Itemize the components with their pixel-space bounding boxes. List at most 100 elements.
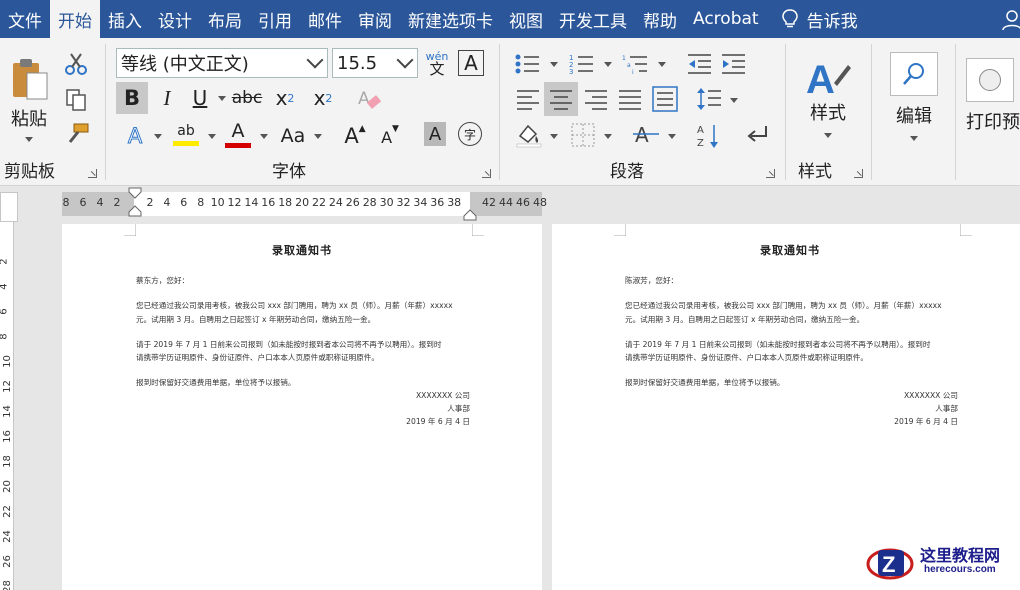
character-shading-button[interactable]: A <box>424 122 446 146</box>
highlight-dropdown-icon[interactable] <box>208 134 216 139</box>
chevron-down-icon <box>306 51 324 69</box>
character-border-button[interactable]: A <box>458 50 484 76</box>
superscript-button[interactable]: x2 <box>306 82 340 114</box>
clipboard-launcher-icon[interactable] <box>88 169 97 178</box>
tab-home[interactable]: 开始 <box>50 0 100 38</box>
line-spacing-dropdown-icon[interactable] <box>730 98 738 103</box>
letter-p1-line2: 元。试用期 3 月。自聘用之日起签订 x 年期劳动合同，缴纳五险一金。 <box>625 315 865 324</box>
tab-help[interactable]: 帮助 <box>635 0 685 38</box>
change-case-button[interactable]: Aa <box>276 120 310 152</box>
superscript-base: x <box>313 86 326 110</box>
vertical-ruler-number: 14 <box>1 405 13 418</box>
clear-formatting-icon[interactable]: A <box>356 86 382 112</box>
tab-acrobat[interactable]: Acrobat <box>685 0 767 38</box>
ruler-number: 44 <box>499 196 513 209</box>
font-launcher-icon[interactable] <box>482 169 491 178</box>
italic-button[interactable]: I <box>152 82 182 114</box>
styles-group: A 样式 样式 <box>786 38 870 186</box>
document-page[interactable]: 录取通知书 蔡东方，您好： 您已经通过我公司录用考核，被我公司 xxx 部门聘用… <box>62 224 542 590</box>
align-center-button[interactable] <box>544 82 578 116</box>
decrease-indent-icon[interactable] <box>686 52 712 76</box>
borders-dropdown-icon[interactable] <box>604 134 612 139</box>
subscript-button[interactable]: x2 <box>268 82 302 114</box>
styles-launcher-icon[interactable] <box>854 169 863 178</box>
ruler-number: 22 <box>312 196 326 209</box>
letter-title: 录取通知书 <box>760 244 820 257</box>
tab-insert[interactable]: 插入 <box>100 0 150 38</box>
underline-button[interactable]: U <box>186 82 214 114</box>
shading-icon[interactable] <box>516 122 542 148</box>
svg-text:A: A <box>635 123 649 147</box>
vertical-ruler-number: 16 <box>1 430 13 443</box>
font-color-dropdown-icon[interactable] <box>260 134 268 139</box>
font-color-button[interactable]: A <box>222 118 254 152</box>
tab-design[interactable]: 设计 <box>150 0 200 38</box>
shading-dropdown-icon[interactable] <box>550 134 558 139</box>
styles-icon: A <box>806 58 851 99</box>
tab-selector[interactable] <box>0 192 18 222</box>
tab-new-tab[interactable]: 新建选项卡 <box>400 0 501 38</box>
tab-review[interactable]: 审阅 <box>350 0 400 38</box>
copy-icon[interactable] <box>64 88 88 112</box>
text-effects-dropdown-icon[interactable] <box>154 134 162 139</box>
bullets-icon[interactable] <box>514 52 540 76</box>
phonetic-guide-button[interactable]: wén 文 <box>422 48 452 80</box>
sort-icon[interactable]: AZ <box>696 122 722 150</box>
tell-me-box[interactable]: 告诉我 <box>773 0 866 38</box>
enclose-characters-button[interactable]: 字 <box>458 122 482 146</box>
numbering-icon[interactable]: 123 <box>568 52 594 76</box>
tab-developer[interactable]: 开发工具 <box>551 0 635 38</box>
bullets-dropdown-icon[interactable] <box>550 62 558 67</box>
paragraph-launcher-icon[interactable] <box>766 169 775 178</box>
underline-dropdown-icon[interactable] <box>218 96 226 101</box>
numbering-dropdown-icon[interactable] <box>604 62 612 67</box>
strikethrough-button[interactable]: abc <box>230 82 264 114</box>
align-left-icon[interactable] <box>516 88 540 110</box>
align-right-icon[interactable] <box>584 88 608 110</box>
change-case-dropdown-icon[interactable] <box>314 134 322 139</box>
letter-greeting: 陈淑芳，您好： <box>625 276 679 285</box>
user-icon[interactable] <box>1000 9 1020 31</box>
font-size-combo[interactable]: 15.5 <box>332 48 418 78</box>
shrink-font-button[interactable]: A ▼ <box>376 122 404 152</box>
right-indent-marker-icon[interactable] <box>463 206 477 221</box>
styles-dropdown-icon <box>824 132 832 138</box>
paste-button[interactable]: 粘贴 <box>4 52 54 144</box>
text-effects-button[interactable]: A <box>120 120 150 152</box>
print-preview-button[interactable]: 打印预 <box>966 46 1020 146</box>
show-marks-icon[interactable] <box>746 124 770 146</box>
line-spacing-icon[interactable] <box>696 86 722 112</box>
asian-layout-dropdown-icon[interactable] <box>668 134 676 139</box>
ruler-number: 38 <box>447 196 462 209</box>
tab-layout[interactable]: 布局 <box>200 0 250 38</box>
horizontal-ruler[interactable]: 8 6 4 2 2 4 6 8 10 12 14 16 18 20 22 24 26 28 30 32 34 36 38 42… <box>62 187 547 221</box>
vertical-ruler-number: 24 <box>1 530 13 543</box>
asian-layout-icon[interactable]: A <box>632 122 660 148</box>
lightbulb-icon <box>781 9 798 28</box>
svg-text:i: i <box>632 69 634 76</box>
document-page[interactable]: 录取通知书 陈淑芳，您好： 您已经通过我公司录用考核，被我公司 xxx 部门聘用… <box>552 224 1020 590</box>
tab-mailings[interactable]: 邮件 <box>300 0 350 38</box>
distributed-icon[interactable] <box>652 86 678 112</box>
tab-view[interactable]: 视图 <box>501 0 551 38</box>
increase-indent-icon[interactable] <box>720 52 746 76</box>
vertical-ruler[interactable]: 246810121416182022242628 <box>0 222 14 590</box>
editing-button[interactable]: 编辑 <box>882 46 946 146</box>
justify-icon[interactable] <box>618 88 642 110</box>
ruler-number: 4 <box>163 196 171 209</box>
cut-icon[interactable] <box>64 52 88 76</box>
indent-markers-icon[interactable] <box>128 187 142 220</box>
borders-icon[interactable] <box>570 122 596 148</box>
bold-button[interactable]: B <box>116 82 148 114</box>
tab-file[interactable]: 文件 <box>0 0 50 38</box>
multilevel-dropdown-icon[interactable] <box>658 62 666 67</box>
font-name-combo[interactable]: 等线 (中文正文) <box>116 48 328 78</box>
highlight-button[interactable]: ab <box>170 118 202 152</box>
format-painter-icon[interactable] <box>64 122 90 146</box>
styles-button[interactable]: A 样式 <box>796 46 860 146</box>
grow-font-button[interactable]: A ▲ <box>340 120 370 152</box>
ruler-number: 2 <box>113 196 121 209</box>
vertical-ruler-number: 10 <box>1 355 13 368</box>
multilevel-list-icon[interactable]: 1ai <box>622 52 648 76</box>
tab-references[interactable]: 引用 <box>250 0 300 38</box>
